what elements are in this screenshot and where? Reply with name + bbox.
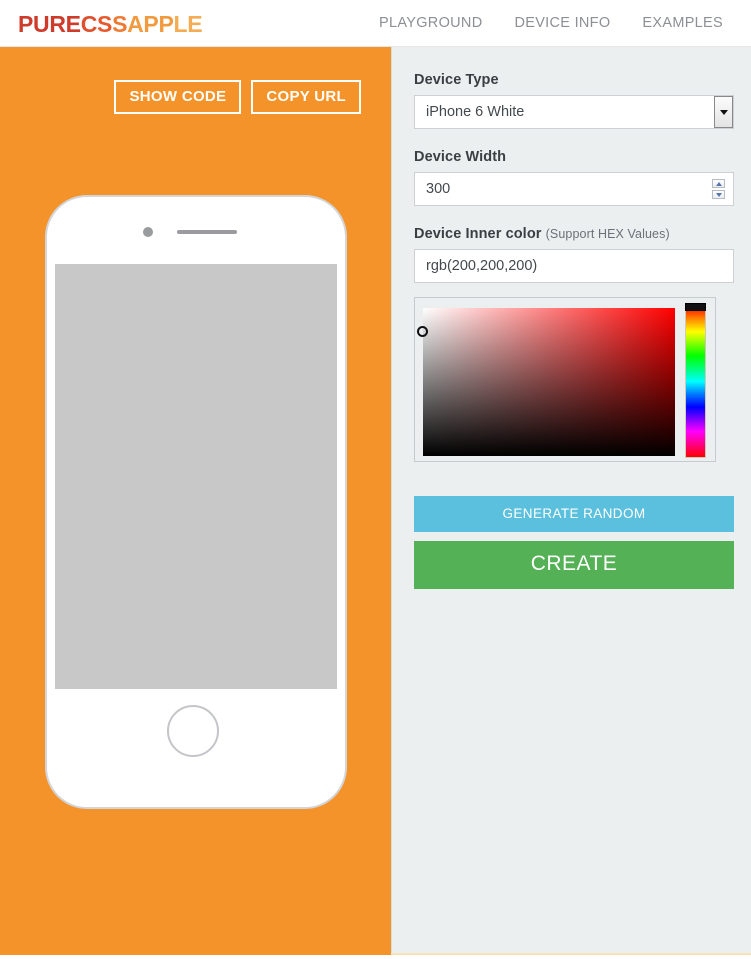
nav-item-device-info[interactable]: DEVICE INFO: [498, 15, 626, 31]
nav-item-playground[interactable]: PLAYGROUND: [363, 15, 498, 31]
preview-panel: SHOW CODE COPY URL: [0, 47, 391, 953]
logo-part-3: S: [97, 11, 113, 37]
field-device-type: Device Type iPhone 6 White: [414, 72, 734, 129]
logo-part-1: PURE: [18, 11, 81, 37]
logo-part-2: C: [80, 11, 98, 37]
logo-part-5: APP: [127, 11, 174, 37]
home-button-icon: [167, 705, 219, 757]
device-mockup-iphone6-white: [45, 195, 347, 809]
logo-part-4: S: [112, 11, 128, 37]
device-width-value[interactable]: 300: [414, 172, 734, 206]
footer-accent-right: [391, 953, 751, 955]
field-device-inner-color: Device Inner color (Support HEX Values) …: [414, 226, 734, 462]
front-camera-icon: [143, 227, 153, 237]
device-screen: [55, 264, 337, 689]
logo-part-6: LE: [173, 11, 203, 37]
device-inner-color-hint: (Support HEX Values): [545, 227, 670, 241]
color-saturation-area[interactable]: [423, 308, 675, 456]
nav-item-examples[interactable]: EXAMPLES: [626, 15, 739, 31]
device-width-label: Device Width: [414, 149, 507, 165]
color-picker[interactable]: [414, 297, 716, 462]
number-stepper[interactable]: [712, 179, 725, 199]
hue-slider[interactable]: [685, 305, 706, 458]
generate-random-button[interactable]: GENERATE RANDOM: [414, 496, 734, 532]
device-inner-color-value[interactable]: rgb(200,200,200): [414, 249, 734, 283]
app-root: PURECSSAPPLE PLAYGROUND DEVICE INFO EXAM…: [0, 0, 751, 959]
device-settings-form: Device Type iPhone 6 White Device Width …: [414, 72, 734, 589]
copy-url-button[interactable]: COPY URL: [251, 80, 361, 114]
site-header: PURECSSAPPLE PLAYGROUND DEVICE INFO EXAM…: [0, 0, 751, 47]
device-type-label: Device Type: [414, 72, 499, 88]
page-footer-strip: [0, 953, 751, 959]
show-code-button[interactable]: SHOW CODE: [114, 80, 242, 114]
settings-panel: Device Type iPhone 6 White Device Width …: [391, 47, 751, 953]
device-inner-color-label: Device Inner color (Support HEX Values): [414, 226, 734, 242]
device-type-value[interactable]: iPhone 6 White: [414, 95, 734, 129]
preview-toolbar: SHOW CODE COPY URL: [0, 80, 391, 114]
footer-accent-left: [0, 953, 391, 955]
site-logo[interactable]: PURECSSAPPLE: [18, 11, 203, 38]
earpiece-speaker-icon: [177, 230, 237, 234]
stepper-down-icon[interactable]: [712, 190, 725, 199]
create-button[interactable]: CREATE: [414, 541, 734, 589]
device-type-select[interactable]: iPhone 6 White: [414, 95, 734, 129]
stepper-up-icon[interactable]: [712, 179, 725, 188]
hue-slider-handle[interactable]: [685, 303, 706, 311]
main-navigation: PLAYGROUND DEVICE INFO EXAMPLES: [363, 0, 739, 46]
field-device-width: Device Width 300: [414, 149, 734, 206]
device-inner-color-label-text: Device Inner color: [414, 226, 542, 242]
form-actions: GENERATE RANDOM CREATE: [414, 496, 734, 589]
color-picker-cursor[interactable]: [417, 326, 428, 337]
device-width-input[interactable]: 300: [414, 172, 734, 206]
chevron-down-icon[interactable]: [714, 96, 733, 128]
